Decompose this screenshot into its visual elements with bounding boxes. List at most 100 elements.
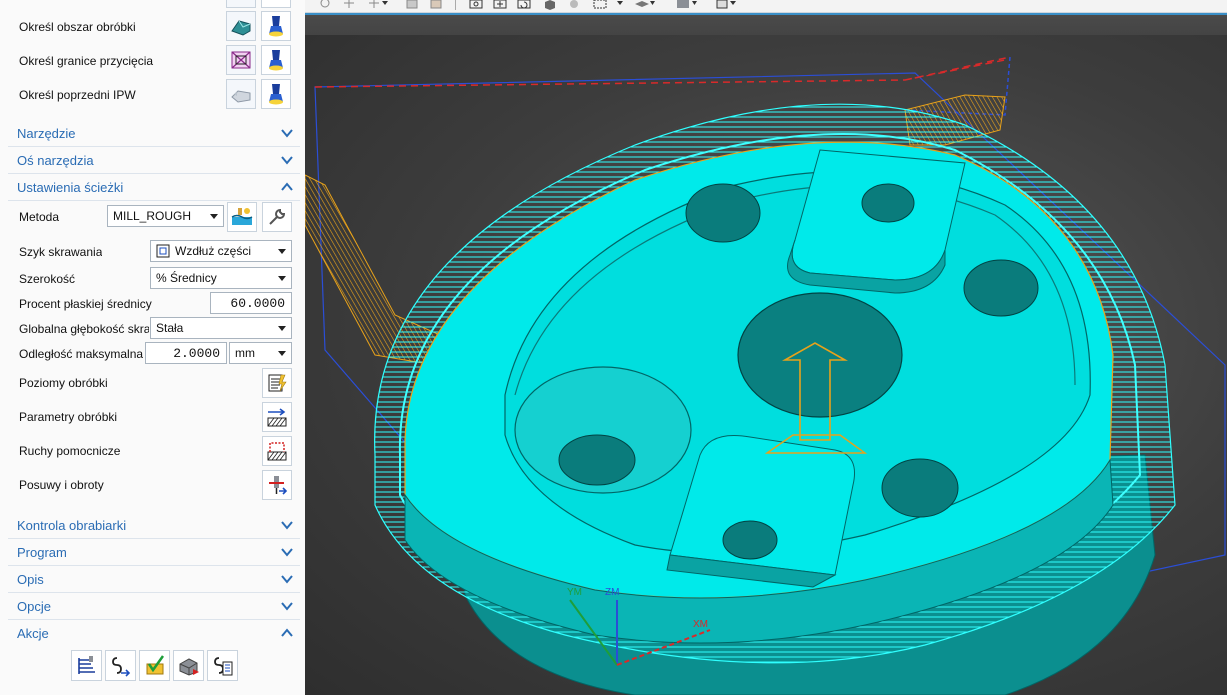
feeds-speeds-button[interactable] <box>262 470 292 500</box>
graphics-viewport[interactable]: XM YM ZM <box>305 35 1227 695</box>
ipw-icon <box>231 90 251 103</box>
pan-icon[interactable] <box>493 0 507 10</box>
cut-levels-icon <box>268 374 287 392</box>
fit-view-icon[interactable] <box>469 0 483 10</box>
list-output-button[interactable] <box>207 650 238 681</box>
wcs-y-label: YM <box>567 587 582 598</box>
stepover-select[interactable]: % Średnicy <box>150 267 292 289</box>
max-distance-input[interactable]: 2.0000 <box>145 342 227 364</box>
replay-button[interactable] <box>105 650 136 681</box>
section-path-settings[interactable]: Ustawienia ścieżki <box>8 174 300 201</box>
flat-diameter-input[interactable]: 60.0000 <box>210 292 292 314</box>
chevron-up-icon <box>281 628 293 637</box>
feeds-speeds-row: Posuwy i obroty <box>0 470 300 500</box>
method-select[interactable]: MILL_ROUGH <box>107 205 224 227</box>
cut-area-pick-button[interactable] <box>261 11 291 41</box>
flat-diameter-row: Procent płaskiej średnicy 60.0000 <box>0 292 300 316</box>
section-machine-control-label: Kontrola obrabiarki <box>17 518 127 533</box>
cut-levels-button[interactable] <box>262 368 292 398</box>
flashlight-icon <box>269 50 283 71</box>
box-icon[interactable] <box>430 0 442 10</box>
method-edit-button[interactable] <box>262 202 292 232</box>
global-depth-value: Stała <box>156 321 184 335</box>
global-depth-select[interactable]: Stała <box>150 317 292 339</box>
cut-area-shape-button[interactable] <box>226 11 256 41</box>
viewport-top-strip <box>305 15 1227 35</box>
toolbar-separator <box>455 0 456 10</box>
max-distance-unit-select[interactable]: mm <box>229 342 292 364</box>
flat-diameter-label: Procent płaskiej średnicy <box>19 297 152 311</box>
method-value: MILL_ROUGH <box>113 209 192 223</box>
trim-boundary-button[interactable] <box>226 45 256 75</box>
rotate-icon[interactable] <box>517 0 531 10</box>
snap-point-dropdown-icon[interactable] <box>367 0 389 10</box>
stepover-label: Szerokość <box>19 272 76 286</box>
dropdown-arrow-icon <box>210 214 218 219</box>
section-options[interactable]: Opcje <box>8 593 300 620</box>
section-description[interactable]: Opis <box>8 566 300 593</box>
max-distance-value: 2.0000 <box>173 346 220 361</box>
simulate-icon <box>179 657 199 676</box>
hole-front-boss <box>722 520 778 560</box>
previous-ipw-pick-button[interactable] <box>261 79 291 109</box>
stepover-row: Szerokość % Średnicy <box>0 267 300 291</box>
section-path-settings-label: Ustawienia ścieżki <box>17 180 124 195</box>
section-description-label: Opis <box>17 572 44 587</box>
follow-part-pattern-icon <box>156 244 170 258</box>
dropdown-arrow-icon <box>278 351 286 356</box>
method-label: Metoda <box>19 210 60 224</box>
settings-gear-icon[interactable] <box>567 0 581 10</box>
verify-button[interactable] <box>139 650 170 681</box>
trim-boundary-icon <box>231 51 251 69</box>
wrench-icon <box>269 208 286 225</box>
previous-ipw-button[interactable] <box>226 79 256 109</box>
section-tool[interactable]: Narzędzie <box>8 120 300 147</box>
top-clipped-button[interactable] <box>226 0 256 8</box>
non-cutting-row: Ruchy pomocnicze <box>0 436 300 466</box>
generate-button[interactable] <box>71 650 102 681</box>
list-icon <box>213 656 232 675</box>
top-clipped-pick-button[interactable] <box>261 0 291 8</box>
snap-point-icon[interactable] <box>342 0 356 10</box>
section-tool-axis[interactable]: Oś narzędzia <box>8 147 300 174</box>
cutting-params-row: Parametry obróbki <box>0 402 300 432</box>
specify-cut-area-label: Określ obszar obróbki <box>19 20 136 34</box>
operation-dialog-panel: Określ obszar obróbki Określ granice prz… <box>0 0 306 695</box>
render-style-dropdown-icon[interactable] <box>614 0 626 10</box>
section-options-label: Opcje <box>17 599 51 614</box>
shaded-icon[interactable] <box>633 0 655 10</box>
cutting-params-button[interactable] <box>262 402 292 432</box>
chevron-down-icon <box>281 129 293 138</box>
hole-right <box>963 259 1039 317</box>
area-shape-icon <box>231 20 251 36</box>
snap-icon[interactable] <box>318 0 332 10</box>
section-program[interactable]: Program <box>8 539 300 566</box>
specify-cut-area-row: Określ obszar obróbki <box>0 10 300 44</box>
max-distance-row: Odległość maksymalna 2.0000 mm <box>0 342 300 366</box>
orient-view-icon[interactable] <box>543 0 557 10</box>
non-cutting-button[interactable] <box>262 436 292 466</box>
section-machine-control[interactable]: Kontrola obrabiarki <box>8 512 300 539</box>
chevron-up-icon <box>281 182 293 191</box>
section-actions[interactable]: Akcje <box>8 620 300 646</box>
simulate-button[interactable] <box>173 650 204 681</box>
generate-icon <box>77 655 95 674</box>
specify-trim-boundary-row: Określ granice przycięcia <box>0 44 300 78</box>
section-actions-label: Akcje <box>17 626 49 641</box>
dropdown-arrow-icon <box>278 249 286 254</box>
cut-pattern-row: Szyk skrawania Wzdłuż części <box>0 240 300 264</box>
stepover-value: % Średnicy <box>156 271 217 285</box>
layer-dropdown-icon[interactable] <box>715 0 745 10</box>
flat-diameter-value: 60.0000 <box>230 296 285 311</box>
solid-cube-icon[interactable] <box>675 0 697 10</box>
trim-boundary-pick-button[interactable] <box>261 45 291 75</box>
cut-pattern-select[interactable]: Wzdłuż części <box>150 240 292 262</box>
cut-levels-label: Poziomy obróbki <box>19 376 108 390</box>
cube-icon[interactable] <box>406 0 418 10</box>
chevron-down-icon <box>281 521 293 530</box>
zoom-window-icon[interactable] <box>593 0 607 10</box>
method-display-button[interactable] <box>227 202 257 232</box>
hole-back-left <box>685 183 761 243</box>
dropdown-arrow-icon <box>278 276 286 281</box>
rapid-move-path <box>314 56 1011 88</box>
